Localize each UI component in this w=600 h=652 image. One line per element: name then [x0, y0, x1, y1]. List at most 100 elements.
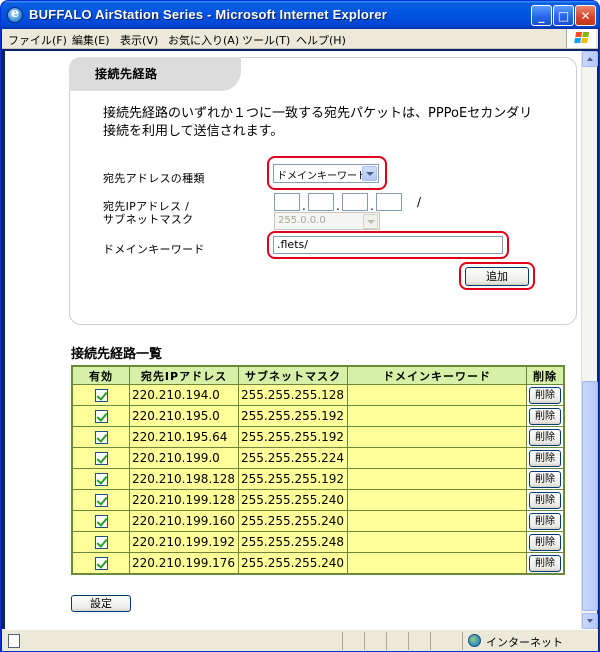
ip-octet-1-input[interactable] [274, 193, 300, 211]
dest-ip-cell: 220.210.199.0 [130, 448, 238, 468]
delete-button[interactable]: 削除 [529, 491, 561, 509]
ip-octet-2-input[interactable] [308, 193, 334, 211]
delete-button[interactable]: 削除 [529, 428, 561, 446]
enabled-checkbox[interactable] [94, 452, 108, 465]
delete-cell: 削除 [527, 469, 563, 489]
enabled-checkbox[interactable] [94, 473, 108, 486]
status-divider [408, 632, 409, 650]
enabled-checkbox[interactable] [94, 515, 108, 528]
delete-cell: 削除 [527, 448, 563, 468]
table-row: 220.210.199.0 255.255.255.224 削除 [73, 448, 563, 468]
enabled-checkbox[interactable] [94, 494, 108, 507]
enabled-checkbox[interactable] [94, 536, 108, 549]
minimize-button[interactable]: _ [531, 5, 552, 26]
dest-ip-cell: 220.210.195.0 [130, 406, 238, 426]
delete-cell: 削除 [527, 490, 563, 510]
scroll-thumb[interactable] [582, 381, 598, 611]
domain-keyword-cell [348, 490, 526, 510]
add-button[interactable]: 追加 [465, 267, 529, 286]
security-zone-label: インターネット [486, 636, 563, 649]
ip-label-line2: サブネットマスク [103, 213, 194, 226]
dest-ip-cell: 220.210.199.128 [130, 490, 238, 510]
delete-button[interactable]: 削除 [529, 554, 561, 572]
route-list-table: 有効 宛先IPアドレス サブネットマスク ドメインキーワード 削除 220.21… [71, 365, 565, 575]
domain-keyword-cell [348, 511, 526, 531]
domain-keyword-cell [348, 406, 526, 426]
delete-cell: 削除 [527, 553, 563, 573]
delete-cell: 削除 [527, 532, 563, 552]
enabled-checkbox[interactable] [94, 431, 108, 444]
enabled-cell [73, 532, 129, 552]
title-bar[interactable]: BUFFALO AirStation Series - Microsoft In… [1, 1, 599, 29]
delete-button[interactable]: 削除 [529, 449, 561, 467]
status-divider [364, 632, 365, 650]
dest-ip-cell: 220.210.194.0 [130, 385, 238, 405]
maximize-button[interactable]: □ [553, 5, 574, 26]
delete-button[interactable]: 削除 [529, 386, 561, 404]
subnet-mask-cell: 255.255.255.240 [239, 511, 347, 531]
dest-ip-cell: 220.210.199.176 [130, 553, 238, 573]
header-enabled: 有効 [73, 367, 129, 384]
header-dest-ip: 宛先IPアドレス [130, 367, 238, 384]
dest-ip-cell: 220.210.198.128 [130, 469, 238, 489]
header-domain-keyword: ドメインキーワード [348, 367, 526, 384]
scroll-down-icon[interactable] [582, 613, 598, 629]
header-delete: 削除 [527, 367, 563, 384]
chevron-down-icon [363, 214, 378, 229]
enabled-checkbox[interactable] [94, 557, 108, 570]
menu-bar: ファイル(F) 編集(E) 表示(V) お気に入り(A) ツール(T) ヘルプ(… [2, 29, 598, 49]
table-row: 220.210.199.176 255.255.255.240 削除 [73, 553, 563, 573]
menu-help[interactable]: ヘルプ(H) [296, 32, 346, 48]
subnet-mask-cell: 255.255.255.248 [239, 532, 347, 552]
domain-keyword-input[interactable]: .flets/ [273, 236, 503, 254]
dest-type-label: 宛先アドレスの種類 [103, 172, 205, 185]
delete-cell: 削除 [527, 406, 563, 426]
domain-keyword-cell [348, 469, 526, 489]
ip-dot: . [336, 199, 340, 213]
subnet-mask-cell: 255.255.255.128 [239, 385, 347, 405]
chevron-down-icon [362, 166, 377, 181]
delete-button[interactable]: 削除 [529, 470, 561, 488]
menu-edit[interactable]: 編集(E) [72, 32, 110, 48]
domain-keyword-cell [348, 553, 526, 573]
menu-view[interactable]: 表示(V) [120, 32, 158, 48]
ip-slash: / [417, 195, 422, 209]
dest-type-value: ドメインキーワード [277, 171, 367, 182]
ip-octet-4-input[interactable] [376, 193, 402, 211]
header-subnet-mask: サブネットマスク [239, 367, 347, 384]
menu-file[interactable]: ファイル(F) [8, 32, 67, 48]
ip-octet-3-input[interactable] [342, 193, 368, 211]
status-divider [342, 632, 343, 650]
menu-tools[interactable]: ツール(T) [242, 32, 290, 48]
enabled-checkbox[interactable] [94, 410, 108, 423]
subnet-mask-select[interactable]: 255.0.0.0 [274, 212, 380, 230]
dest-type-select[interactable]: ドメインキーワード [273, 164, 379, 183]
scroll-up-icon[interactable] [582, 51, 598, 67]
table-row: 220.210.195.64 255.255.255.192 削除 [73, 427, 563, 447]
delete-cell: 削除 [527, 385, 563, 405]
delete-button[interactable]: 削除 [529, 407, 561, 425]
panel-title: 接続先経路 [95, 67, 158, 81]
domain-keyword-cell [348, 532, 526, 552]
delete-cell: 削除 [527, 511, 563, 531]
close-button[interactable]: ✕ [575, 5, 596, 26]
table-row: 220.210.195.0 255.255.255.192 削除 [73, 406, 563, 426]
settings-button[interactable]: 設定 [71, 595, 131, 612]
menu-favorites[interactable]: お気に入り(A) [168, 32, 239, 48]
status-divider [462, 632, 463, 650]
enabled-cell [73, 511, 129, 531]
panel-description: 接続先経路のいずれか１つに一致する宛先パケットは、PPPoEセカンダリ接続を利用… [103, 106, 533, 139]
enabled-checkbox[interactable] [94, 389, 108, 402]
domain-keyword-cell [348, 448, 526, 468]
table-row: 220.210.194.0 255.255.255.128 削除 [73, 385, 563, 405]
domain-keyword-cell [348, 427, 526, 447]
enabled-cell [73, 490, 129, 510]
enabled-cell [73, 448, 129, 468]
subnet-mask-value: 255.0.0.0 [278, 215, 326, 226]
delete-button[interactable]: 削除 [529, 533, 561, 551]
delete-button[interactable]: 削除 [529, 512, 561, 530]
dest-ip-cell: 220.210.195.64 [130, 427, 238, 447]
enabled-cell [73, 427, 129, 447]
vertical-scrollbar[interactable] [581, 51, 598, 629]
table-header-row: 有効 宛先IPアドレス サブネットマスク ドメインキーワード 削除 [73, 367, 563, 384]
